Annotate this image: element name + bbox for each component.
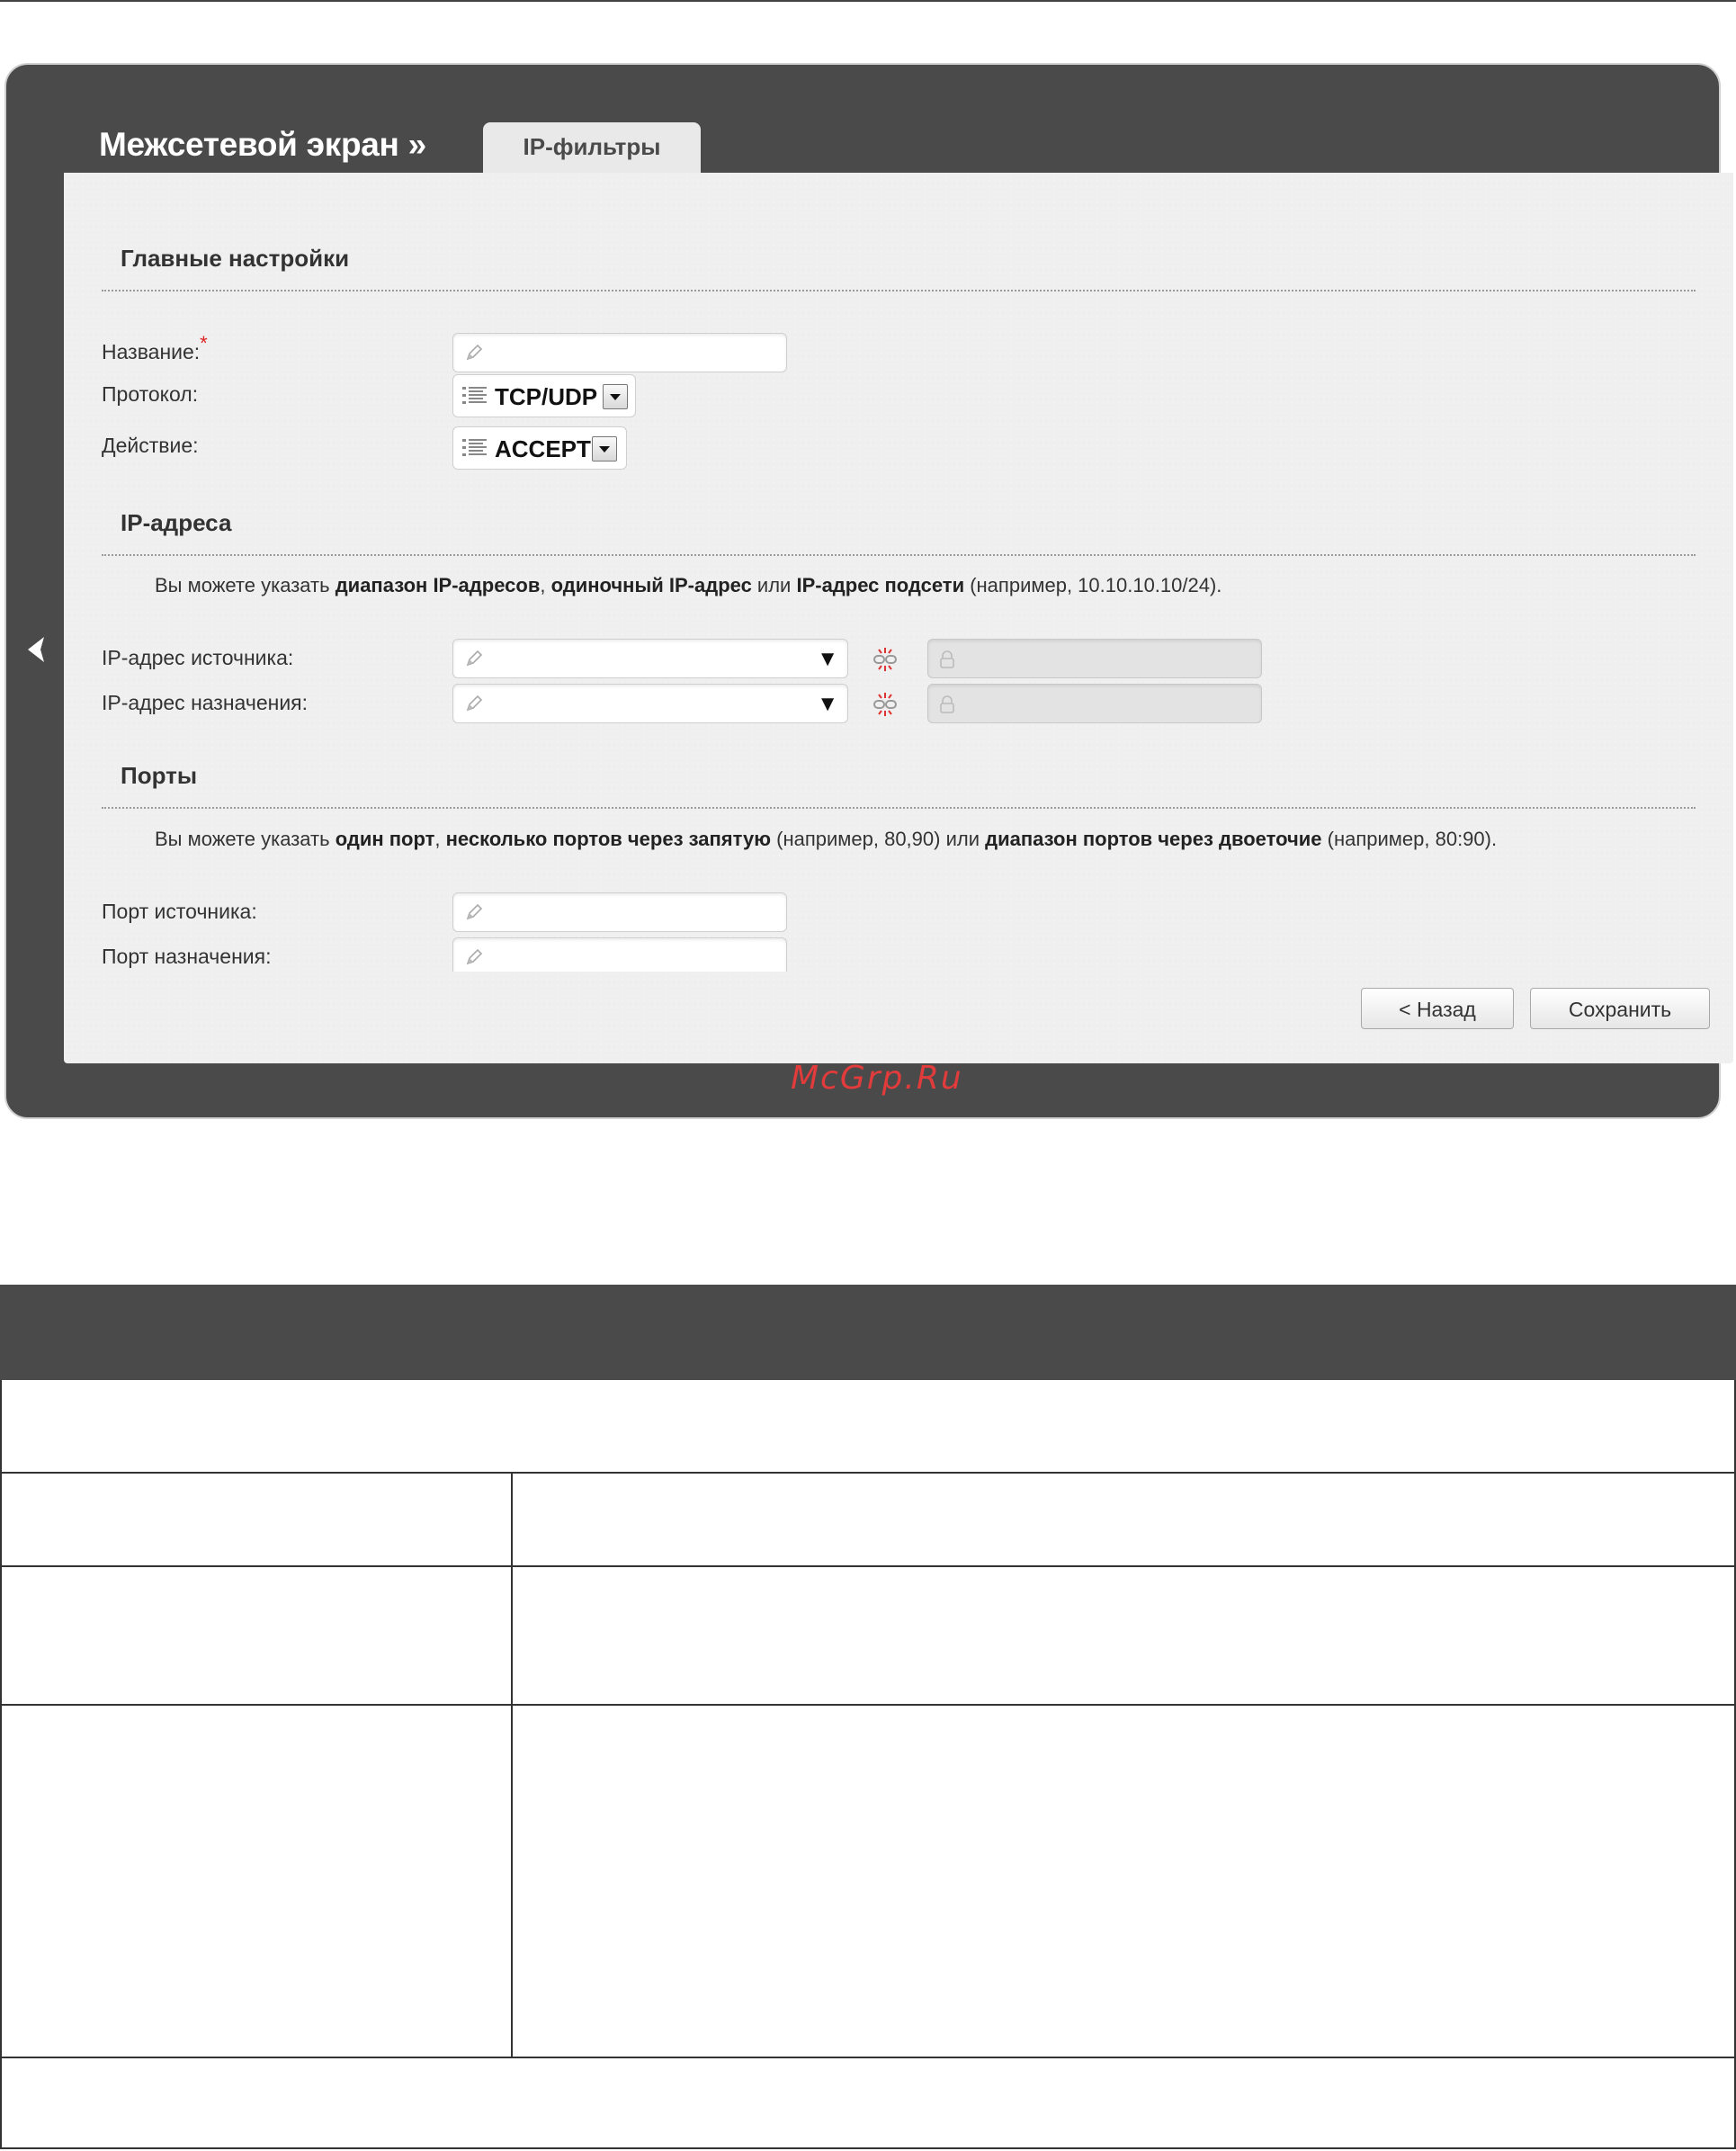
hint-emphasis: диапазон IP-адресов [335, 574, 541, 596]
section-divider [102, 807, 1696, 809]
action-label: Действие: [102, 434, 199, 457]
protocol-select[interactable]: TCP/UDP [452, 374, 636, 417]
section-divider [102, 290, 1696, 291]
ip-hint: Вы можете указать диапазон IP-адресов, о… [155, 574, 1221, 597]
name-label: Название:* [102, 332, 208, 364]
hint-text: (например, 10.10.10.10/24). [964, 574, 1222, 596]
router-ui-window: Межсетевой экран » IP-фильтры Главные на… [4, 63, 1733, 1119]
page-title: Межсетевой экран » [99, 126, 426, 163]
chevron-left-icon[interactable] [19, 632, 55, 668]
section-title-ip: IP-адреса [121, 509, 232, 536]
screenshot-frame: Межсетевой экран » IP-фильтры Главные на… [0, 59, 1736, 1123]
required-mark: * [200, 332, 208, 354]
lock-icon [940, 650, 954, 668]
watermark: McGrp.Ru [791, 1060, 963, 1097]
source-ip-label: IP-адрес источника: [102, 646, 294, 669]
protocol-value: TCP/UDP [495, 383, 598, 410]
hint-text: , [434, 828, 446, 850]
destination-ip-input[interactable]: ▼ [452, 684, 848, 723]
name-input[interactable] [452, 333, 787, 372]
back-button[interactable]: < Назад [1361, 988, 1514, 1029]
broken-link-icon[interactable] [872, 691, 899, 718]
table-row-divider [2, 1472, 1736, 1474]
chevron-down-icon[interactable] [592, 436, 617, 462]
table-row-divider [2, 1704, 1736, 1706]
hint-emphasis: IP-адрес подсети [796, 574, 965, 596]
name-label-text: Название: [102, 340, 201, 363]
hint-text: (например, 80:90). [1321, 828, 1498, 850]
section-title-ports: Порты [121, 762, 198, 789]
action-select[interactable]: ACCEPT [452, 426, 627, 470]
action-value: ACCEPT [495, 435, 591, 462]
list-icon [462, 439, 487, 456]
hint-emphasis: одиночный IP-адрес [550, 574, 752, 596]
destination-ip-label: IP-адрес назначения: [102, 691, 309, 714]
source-ip-extra-field [927, 639, 1262, 678]
settings-panel: Главные настройки Название:* Протокол: T… [64, 173, 1733, 1063]
parameters-table [0, 1380, 1736, 2149]
lock-icon [940, 695, 954, 713]
hint-text: Вы можете указать [155, 574, 336, 596]
protocol-label: Протокол: [102, 382, 199, 406]
dropdown-arrow-icon[interactable]: ▼ [817, 694, 838, 715]
pencil-icon [466, 948, 483, 965]
section-title-main: Главные настройки [121, 245, 350, 272]
ports-hint: Вы можете указать один порт, несколько п… [155, 828, 1497, 851]
destination-port-label: Порт назначения: [102, 945, 272, 968]
table-column-divider [511, 1472, 513, 2057]
destination-ip-extra-field [927, 684, 1262, 723]
hint-text: , [540, 574, 551, 596]
pencil-icon [466, 650, 483, 667]
dropdown-arrow-icon[interactable]: ▼ [817, 649, 838, 670]
save-button[interactable]: Сохранить [1530, 988, 1710, 1029]
source-port-label: Порт источника: [102, 900, 257, 923]
pencil-icon [466, 344, 483, 361]
page-top-rule [0, 0, 1736, 2]
source-ip-input[interactable]: ▼ [452, 639, 848, 678]
hint-text: или [751, 574, 797, 596]
table-row-divider [2, 1565, 1736, 1567]
destination-port-input[interactable] [452, 937, 787, 972]
broken-link-icon[interactable] [872, 646, 899, 673]
chevron-down-icon[interactable] [603, 384, 628, 409]
hint-emphasis: один порт [335, 828, 435, 850]
hint-text: Вы можете указать [155, 828, 336, 850]
list-icon [462, 387, 487, 404]
hint-emphasis: диапазон портов через двоеточие [985, 828, 1322, 850]
hint-text: (например, 80,90) или [771, 828, 986, 850]
hint-emphasis: несколько портов через запятую [445, 828, 771, 850]
table-row-divider [2, 2057, 1736, 2058]
pencil-icon [466, 903, 483, 920]
source-port-input[interactable] [452, 892, 787, 932]
pencil-icon [466, 695, 483, 712]
tab-ip-filters[interactable]: IP-фильтры [483, 122, 701, 176]
section-divider [102, 554, 1696, 556]
table-header-bar [0, 1285, 1736, 1380]
